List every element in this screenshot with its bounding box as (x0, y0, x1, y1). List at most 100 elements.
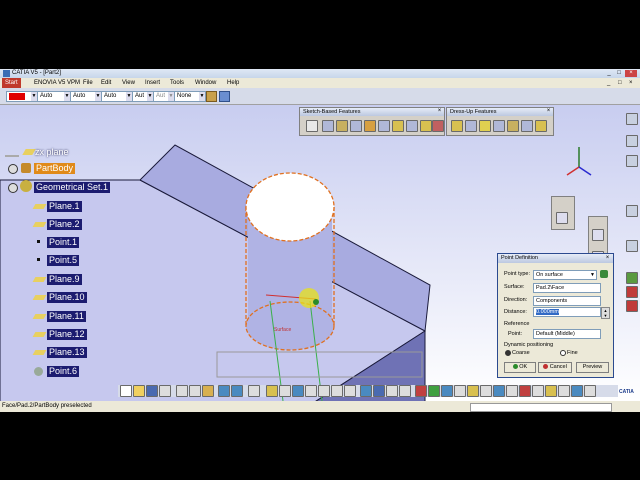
pad-icon[interactable] (306, 120, 318, 132)
preview-button[interactable]: Preview (576, 362, 609, 373)
fly-mode-icon[interactable] (266, 385, 278, 397)
tool-icon[interactable] (626, 155, 638, 167)
tool-icon[interactable] (626, 113, 638, 125)
point-type-select[interactable]: On surface ▼ (533, 270, 597, 280)
point-symbol-combo[interactable]: Aut ▼ (132, 91, 154, 102)
doc-close-button[interactable]: × (629, 78, 633, 88)
tree-item-plane-2[interactable]: Plane.2 (47, 219, 82, 230)
tree-item-plane-9[interactable]: Plane.9 (47, 274, 82, 285)
shell-icon[interactable] (493, 120, 505, 132)
tree-item-point-6[interactable]: Point.6 (47, 366, 80, 377)
groove-icon[interactable] (350, 120, 362, 132)
new-icon[interactable] (120, 385, 132, 397)
close-icon[interactable]: × (436, 108, 443, 115)
tool-icon[interactable] (428, 385, 440, 397)
tool-icon[interactable] (480, 385, 492, 397)
cut-icon[interactable] (176, 385, 188, 397)
lock-icon[interactable] (600, 270, 608, 278)
tool-icon[interactable] (454, 385, 466, 397)
tool-icon[interactable] (493, 385, 505, 397)
tool-icon[interactable] (558, 385, 570, 397)
tool-icon[interactable] (592, 229, 604, 241)
menu-edit[interactable]: Edit (101, 78, 111, 88)
undo-icon[interactable] (218, 385, 230, 397)
layer-combo[interactable]: None ▼ (174, 91, 206, 102)
distance-field[interactable]: 0.000mm (533, 307, 601, 317)
shaft-icon[interactable] (336, 120, 348, 132)
fine-radio[interactable] (560, 350, 566, 356)
close-icon[interactable]: × (604, 255, 611, 262)
painter-icon[interactable] (206, 91, 217, 102)
hole-icon[interactable] (364, 120, 376, 132)
menu-help[interactable]: Help (227, 78, 239, 88)
tree-item-plane-13[interactable]: Plane.13 (47, 347, 87, 358)
shading-icon[interactable] (373, 385, 385, 397)
tool-icon[interactable] (441, 385, 453, 397)
rib-icon[interactable] (378, 120, 390, 132)
redo-icon[interactable] (231, 385, 243, 397)
tool-icon[interactable] (626, 205, 638, 217)
hide-show-icon[interactable] (386, 385, 398, 397)
menu-file[interactable]: File (83, 78, 93, 88)
tree-item-zx-plane[interactable]: zx plane (33, 147, 71, 158)
expand-icon[interactable] (8, 164, 18, 174)
zoom-out-icon[interactable] (331, 385, 343, 397)
loft-icon[interactable] (420, 120, 432, 132)
line-type-combo[interactable]: Auto ▼ (101, 91, 133, 102)
close-button[interactable]: × (625, 70, 637, 77)
thickness-icon[interactable] (507, 120, 519, 132)
normal-view-icon[interactable] (344, 385, 356, 397)
line-weight-combo[interactable]: Auto ▼ (70, 91, 102, 102)
tool-icon[interactable] (626, 272, 638, 284)
pan-icon[interactable] (292, 385, 304, 397)
expand-icon[interactable] (8, 183, 18, 193)
tool-icon[interactable] (626, 300, 638, 312)
paste-icon[interactable] (202, 385, 214, 397)
quick-view-icon[interactable] (360, 385, 372, 397)
ref-point-field[interactable]: Default (Middle) (533, 329, 601, 339)
transparency-combo[interactable]: Auto ▼ (37, 91, 71, 102)
tool-icon[interactable] (626, 286, 638, 298)
print-icon[interactable] (159, 385, 171, 397)
tool-icon[interactable] (545, 385, 557, 397)
stiffener-icon[interactable] (406, 120, 418, 132)
pocket-icon[interactable] (322, 120, 334, 132)
distance-spinner[interactable]: ▲ ▼ (601, 307, 610, 319)
tree-item-plane-11[interactable]: Plane.11 (47, 311, 86, 322)
command-input[interactable] (470, 403, 612, 412)
tree-item-partbody[interactable]: PartBody (34, 163, 76, 174)
menu-view[interactable]: View (122, 78, 135, 88)
surface-field[interactable]: Pad.2\Face (533, 283, 601, 293)
open-icon[interactable] (133, 385, 145, 397)
thread-icon[interactable] (521, 120, 533, 132)
zoom-in-icon[interactable] (318, 385, 330, 397)
help-icon[interactable] (248, 385, 260, 397)
tool-icon[interactable] (532, 385, 544, 397)
tool-icon[interactable] (556, 212, 568, 224)
slot-icon[interactable] (392, 120, 404, 132)
tool-icon[interactable] (519, 385, 531, 397)
rotate-icon[interactable] (305, 385, 317, 397)
tool-icon[interactable] (626, 135, 638, 147)
chamfer-icon[interactable] (465, 120, 477, 132)
rendering-style-combo[interactable]: Aut ▼ (153, 91, 175, 102)
tool-icon[interactable] (626, 240, 638, 252)
save-icon[interactable] (146, 385, 158, 397)
fit-all-icon[interactable] (279, 385, 291, 397)
remove-face-icon[interactable] (535, 120, 547, 132)
ok-button[interactable]: OK (504, 362, 536, 373)
direction-field[interactable]: Components (533, 296, 601, 306)
tree-item-geometrical-set[interactable]: Geometrical Set.1 (34, 182, 111, 193)
tool-icon[interactable] (467, 385, 479, 397)
fillet-icon[interactable] (451, 120, 463, 132)
maximize-button[interactable]: □ (614, 70, 624, 77)
tool-icon[interactable] (506, 385, 518, 397)
doc-restore-button[interactable]: □ (618, 78, 622, 88)
draft-icon[interactable] (479, 120, 491, 132)
tool-icon[interactable] (571, 385, 583, 397)
tree-item-plane-10[interactable]: Plane.10 (47, 292, 87, 303)
menu-insert[interactable]: Insert (145, 78, 160, 88)
cancel-button[interactable]: Cancel (538, 362, 572, 373)
menu-start[interactable]: Start (2, 78, 21, 88)
close-icon[interactable]: × (545, 108, 552, 115)
